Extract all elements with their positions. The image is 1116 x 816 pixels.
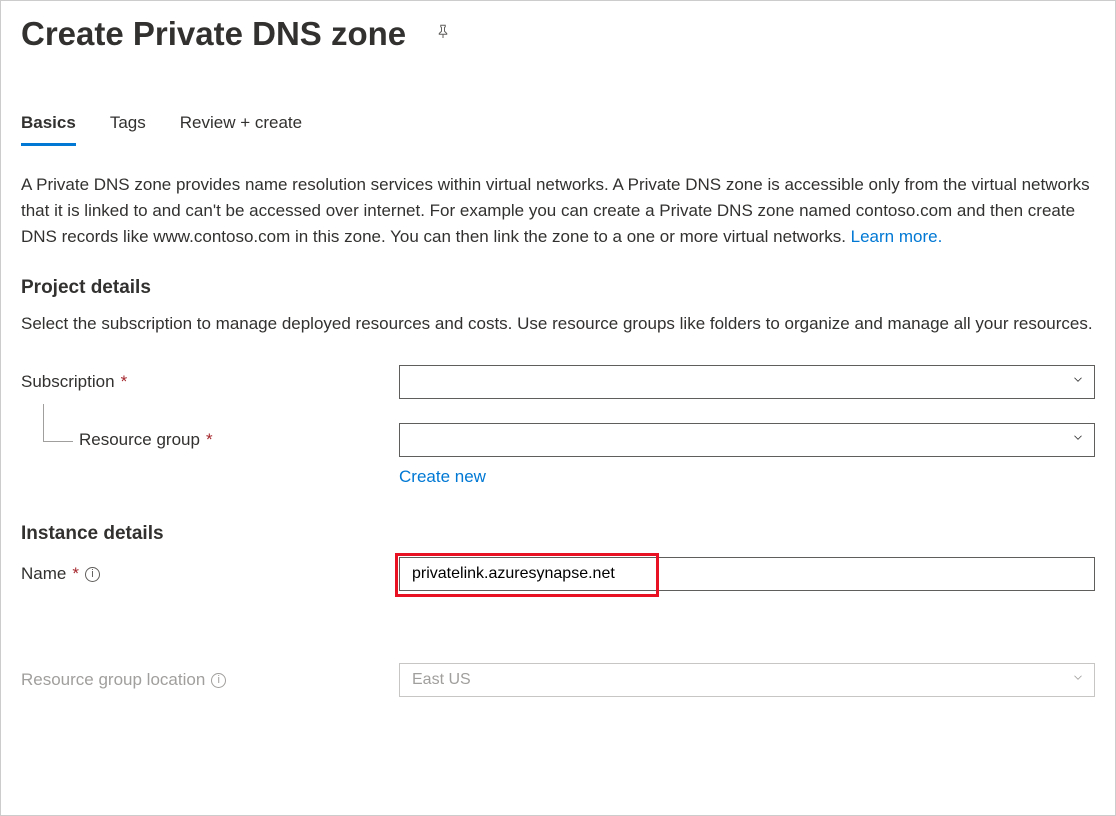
instance-details-heading: Instance details: [21, 523, 1095, 545]
project-details-heading: Project details: [21, 277, 1095, 299]
pin-icon[interactable]: [434, 23, 452, 46]
tab-tags[interactable]: Tags: [110, 113, 146, 146]
project-details-desc: Select the subscription to manage deploy…: [21, 311, 1095, 337]
resource-group-label: Resource group: [79, 430, 200, 450]
intro-text: A Private DNS zone provides name resolut…: [21, 172, 1095, 249]
tab-review-create[interactable]: Review + create: [180, 113, 302, 146]
info-icon[interactable]: i: [85, 567, 100, 582]
location-label: Resource group location: [21, 670, 205, 690]
name-label: Name: [21, 564, 66, 584]
required-asterisk: *: [206, 430, 213, 450]
tab-bar: Basics Tags Review + create: [21, 113, 1095, 146]
required-asterisk: *: [121, 372, 128, 392]
page-title: Create Private DNS zone: [21, 15, 406, 53]
info-icon[interactable]: i: [211, 673, 226, 688]
create-new-rg-link[interactable]: Create new: [399, 467, 486, 487]
subscription-label: Subscription: [21, 372, 115, 392]
tab-basics[interactable]: Basics: [21, 113, 76, 146]
location-select: East US: [399, 663, 1095, 697]
name-input[interactable]: [399, 557, 1095, 591]
subscription-select[interactable]: [399, 365, 1095, 399]
resource-group-select[interactable]: [399, 423, 1095, 457]
tree-connector: [43, 404, 73, 442]
learn-more-link[interactable]: Learn more.: [851, 227, 943, 246]
required-asterisk: *: [72, 564, 79, 584]
